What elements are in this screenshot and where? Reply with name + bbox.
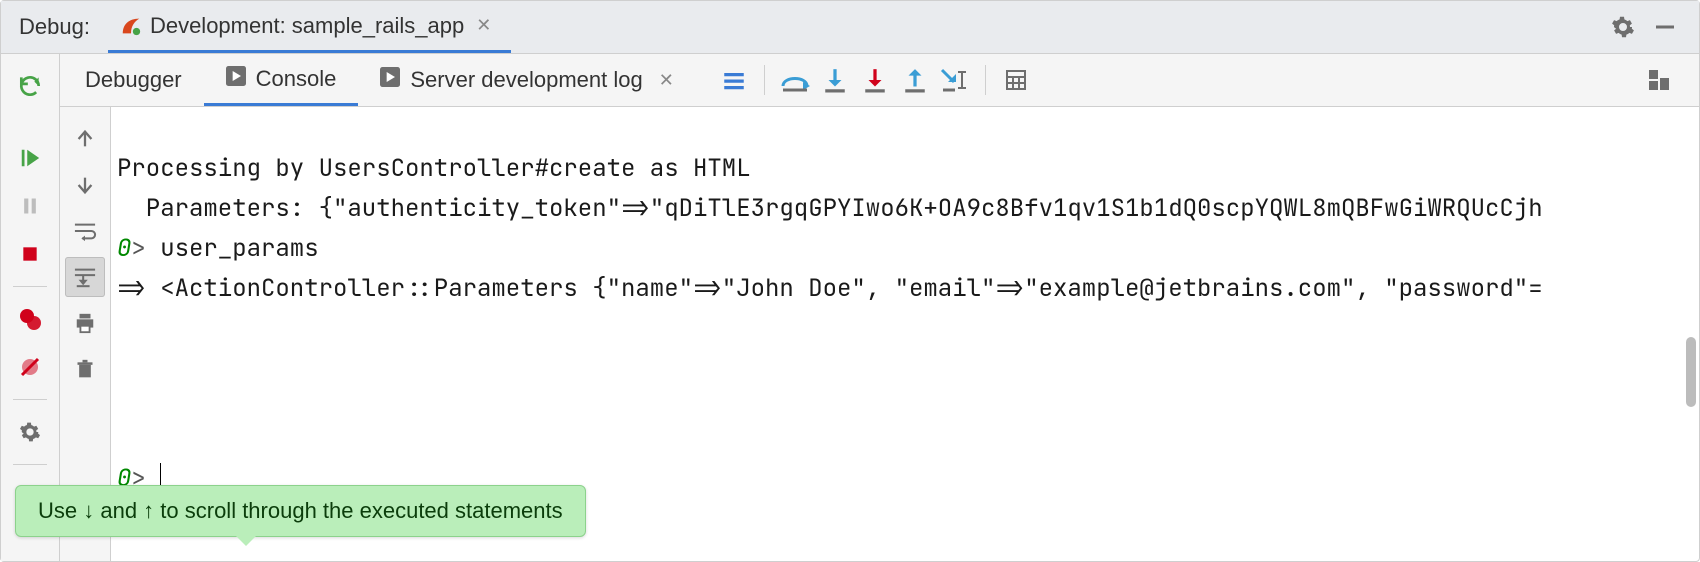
- stop-button[interactable]: [10, 234, 50, 274]
- up-history-icon[interactable]: [65, 119, 105, 159]
- close-icon[interactable]: ✕: [472, 15, 495, 36]
- console-input-history: user_params: [146, 233, 319, 264]
- titlebar: Debug: Development: sample_rails_app ✕: [1, 1, 1699, 54]
- view-breakpoints-button[interactable]: [10, 299, 50, 339]
- divider: [13, 286, 47, 287]
- tab-console-label: Console: [256, 66, 337, 92]
- rails-icon: [120, 15, 142, 37]
- scroll-to-end-icon[interactable]: [65, 257, 105, 297]
- gear-icon[interactable]: [1611, 15, 1635, 39]
- divider: [13, 399, 47, 400]
- console-line: => <ActionController::Parameters {"name"…: [117, 273, 1543, 304]
- debug-settings-icon[interactable]: [10, 412, 50, 452]
- log-run-icon: [380, 67, 400, 93]
- pause-button[interactable]: [10, 186, 50, 226]
- soft-wrap-icon[interactable]: [65, 211, 105, 251]
- console-line: Parameters: {"authenticity_token"=>"qDiT…: [117, 193, 1543, 224]
- debug-label: Debug:: [1, 14, 108, 40]
- prompt-number: 0: [117, 233, 131, 264]
- debug-tabbar: Debugger Console Server development log …: [1, 54, 1699, 107]
- divider: [13, 464, 47, 465]
- step-over-icon[interactable]: [775, 60, 815, 100]
- hint-tooltip-text: Use ↓ and ↑ to scroll through the execut…: [38, 498, 563, 523]
- run-to-cursor-icon[interactable]: [935, 60, 975, 100]
- clear-all-icon[interactable]: [65, 349, 105, 389]
- show-exec-point-icon[interactable]: [714, 60, 754, 100]
- console-line: Processing by UsersController#create as …: [117, 153, 751, 184]
- prompt-gt: >: [131, 233, 145, 264]
- print-icon[interactable]: [65, 303, 105, 343]
- tab-server-log[interactable]: Server development log ✕: [358, 54, 695, 106]
- toolbar-separator: [985, 65, 986, 95]
- tab-debugger-label: Debugger: [85, 67, 182, 93]
- toolbar-separator: [764, 65, 765, 95]
- layout-settings-icon[interactable]: [1639, 60, 1679, 100]
- console-output[interactable]: Processing by UsersController#create as …: [111, 107, 1699, 541]
- tab-console[interactable]: Console: [204, 54, 359, 106]
- hint-tooltip: Use ↓ and ↑ to scroll through the execut…: [15, 485, 586, 537]
- evaluate-expression-icon[interactable]: [996, 60, 1036, 100]
- down-history-icon[interactable]: [65, 165, 105, 205]
- close-icon[interactable]: ✕: [653, 70, 674, 91]
- scrollbar-thumb[interactable]: [1686, 337, 1696, 407]
- run-config-tab[interactable]: Development: sample_rails_app ✕: [108, 1, 511, 53]
- tab-server-log-label: Server development log: [410, 67, 642, 93]
- step-into-icon[interactable]: [815, 60, 855, 100]
- console-run-icon: [226, 66, 246, 92]
- resume-button[interactable]: [10, 138, 50, 178]
- force-step-into-icon[interactable]: [855, 60, 895, 100]
- tab-debugger[interactable]: Debugger: [63, 54, 204, 106]
- minimize-icon[interactable]: [1653, 15, 1677, 39]
- run-config-tab-label: Development: sample_rails_app: [150, 13, 464, 39]
- step-out-icon[interactable]: [895, 60, 935, 100]
- rerun-button[interactable]: [10, 66, 50, 106]
- mute-breakpoints-button[interactable]: [10, 347, 50, 387]
